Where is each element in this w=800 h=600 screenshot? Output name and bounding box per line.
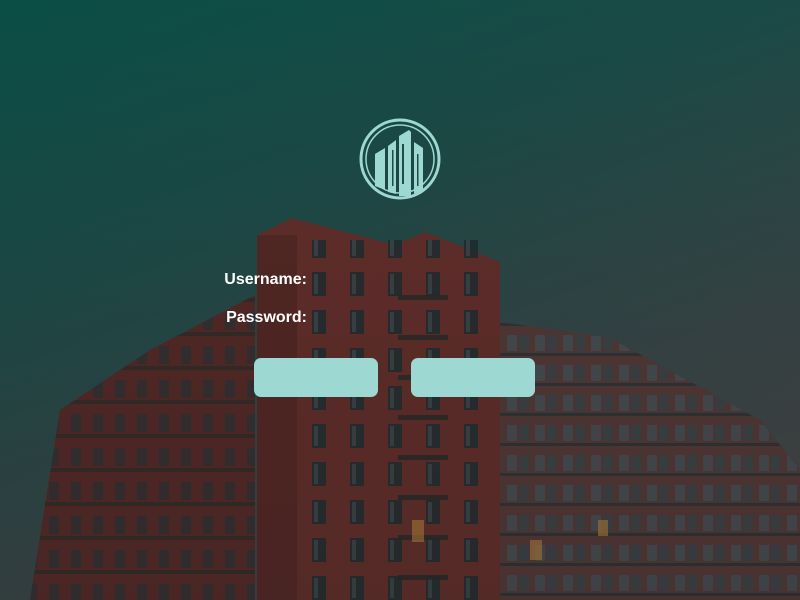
password-input[interactable] xyxy=(314,307,538,331)
username-label: Username: xyxy=(224,271,307,288)
building-logo-icon xyxy=(359,118,441,200)
building-background-image xyxy=(30,218,800,600)
login-screen: Username: Password: xyxy=(0,0,800,600)
username-input[interactable] xyxy=(314,269,538,293)
login-button[interactable] xyxy=(254,358,378,397)
password-label: Password: xyxy=(226,309,307,326)
secondary-button[interactable] xyxy=(411,358,535,397)
